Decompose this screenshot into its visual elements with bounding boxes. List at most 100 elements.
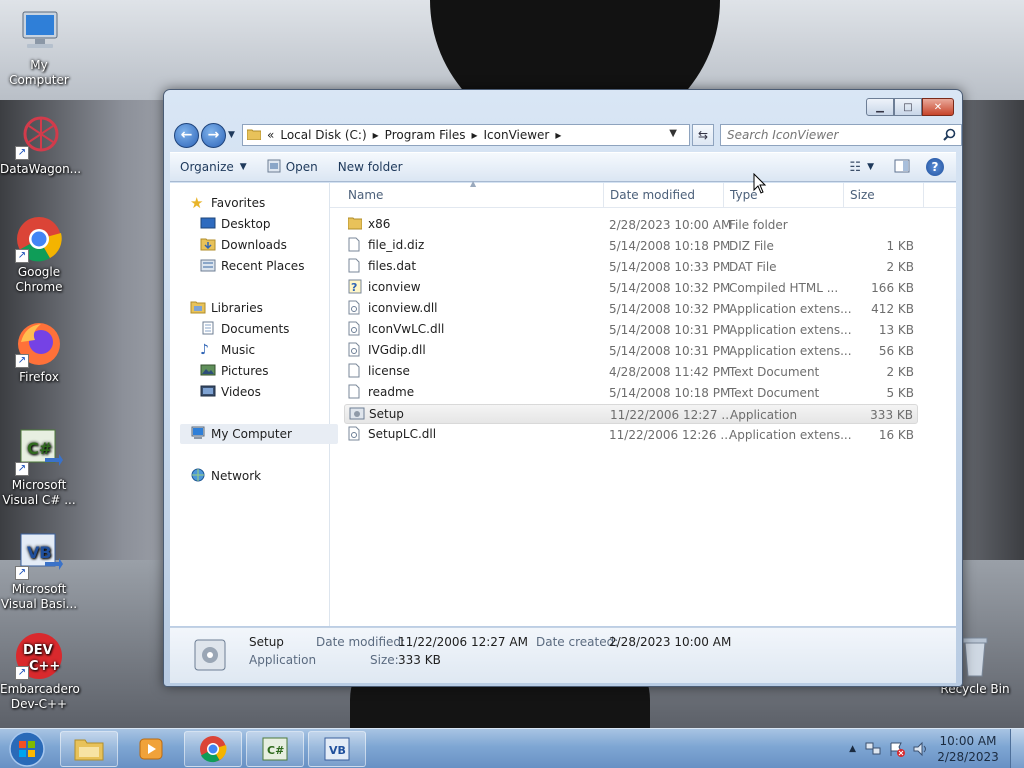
file-row[interactable]: IconVwLC.dll 5/14/2008 10:31 PM Applicat… <box>344 320 918 340</box>
column-separator[interactable] <box>843 183 844 208</box>
column-separator[interactable] <box>603 183 604 208</box>
nav-my-computer[interactable]: My Computer <box>180 424 338 444</box>
taskbar-media-player[interactable] <box>122 731 180 767</box>
volume-icon[interactable] <box>912 741 930 757</box>
file-type: DAT File <box>729 260 777 274</box>
column-separator[interactable] <box>923 183 924 208</box>
navigation-pane[interactable]: ★ Favorites Desktop Downloads Recent Pla… <box>170 183 338 626</box>
breadcrumb-local-disk[interactable]: Local Disk (C:) <box>280 128 366 142</box>
help-icon[interactable]: ? <box>926 158 944 176</box>
network-icon <box>190 468 206 484</box>
svg-text:?: ? <box>351 281 357 294</box>
taskbar-explorer[interactable] <box>60 731 118 767</box>
desktop-icon-visual-basic[interactable]: VB ↗ Microsoft Visual Basi... <box>0 532 78 612</box>
file-row[interactable]: files.dat 5/14/2008 10:33 PM DAT File 2 … <box>344 257 918 277</box>
taskbar-chrome[interactable] <box>184 731 242 767</box>
address-chevron[interactable]: « <box>267 128 274 142</box>
nav-documents-label: Documents <box>221 322 290 336</box>
file-list[interactable]: Name ▲ Date modified Type Size x86 2/28/… <box>330 179 956 626</box>
organize-button[interactable]: Organize ▼ <box>170 155 257 179</box>
taskbar-visual-basic[interactable]: VB <box>308 731 366 767</box>
show-hidden-icons-button[interactable]: ▲ <box>849 744 856 754</box>
file-row[interactable]: x86 2/28/2023 10:00 AM File folder <box>344 215 918 235</box>
column-date-modified[interactable]: Date modified <box>610 188 695 202</box>
view-options-icon[interactable]: ☷ <box>849 160 861 175</box>
nav-favorites[interactable]: ★ Favorites <box>190 193 348 213</box>
shortcut-arrow-icon: ↗ <box>15 566 29 580</box>
datawagon-icon: ↗ <box>15 112 63 160</box>
start-button[interactable] <box>4 730 50 768</box>
desktop-icon-visual-csharp[interactable]: C# ↗ Microsoft Visual C# ... <box>0 428 78 508</box>
search-icon[interactable] <box>943 128 956 141</box>
new-folder-button[interactable]: New folder <box>328 155 413 179</box>
file-row[interactable]: license 4/28/2008 11:42 PM Text Document… <box>344 362 918 382</box>
file-row[interactable]: file_id.diz 5/14/2008 10:18 PM DIZ File … <box>344 236 918 256</box>
help-file-icon: ? <box>348 279 362 295</box>
clock-time: 10:00 AM <box>939 734 997 748</box>
action-center-flag-icon[interactable] <box>888 741 906 757</box>
breadcrumb-iconviewer[interactable]: IconViewer <box>483 128 549 142</box>
close-button[interactable]: ✕ <box>922 98 954 116</box>
breadcrumb-program-files[interactable]: Program Files <box>385 128 466 142</box>
dll-icon <box>348 426 362 442</box>
file-row[interactable]: ? iconview 5/14/2008 10:32 PM Compiled HT… <box>344 278 918 298</box>
breadcrumb-separator-icon[interactable]: ▸ <box>555 128 561 142</box>
network-tray-icon[interactable] <box>864 741 882 757</box>
file-row[interactable]: readme 5/14/2008 10:18 PM Text Document … <box>344 383 918 403</box>
file-row-selected[interactable]: Setup 11/22/2006 12:27 ... Application 3… <box>344 404 918 424</box>
details-date-created: 2/28/2023 10:00 AM <box>609 635 732 649</box>
chrome-icon <box>200 736 227 763</box>
svg-text:VB: VB <box>27 543 52 562</box>
breadcrumb-separator-icon[interactable]: ▸ <box>373 128 379 142</box>
recent-pages-dropdown[interactable]: ▼ <box>228 130 235 140</box>
refresh-button[interactable]: ⇆ <box>692 124 714 146</box>
column-separator[interactable] <box>723 183 724 208</box>
column-name[interactable]: Name <box>348 188 383 202</box>
column-size[interactable]: Size <box>850 188 875 202</box>
maximize-button[interactable]: □ <box>894 98 922 116</box>
details-icon <box>192 634 232 679</box>
desktop-icon-firefox[interactable]: ↗ Firefox <box>0 320 78 385</box>
open-button[interactable]: Open <box>257 155 328 179</box>
preview-pane-icon[interactable] <box>894 159 910 176</box>
file-date: 5/14/2008 10:18 PM <box>609 386 731 400</box>
breadcrumb-separator-icon[interactable]: ▸ <box>471 128 477 142</box>
details-date-modified-label: Date modified: <box>316 635 406 649</box>
details-kind: Application <box>249 653 317 667</box>
desktop-icon-my-computer[interactable]: My Computer <box>0 8 78 88</box>
desktop-icon-chrome[interactable]: ↗ Google Chrome <box>0 215 78 295</box>
clock[interactable]: 10:00 AM 2/28/2023 <box>930 733 1006 765</box>
address-history-dropdown[interactable]: ▼ <box>669 128 677 139</box>
search-box[interactable] <box>720 124 962 146</box>
search-input[interactable] <box>721 125 931 145</box>
file-type: Application extens... <box>729 302 852 316</box>
address-bar[interactable]: « Local Disk (C:) ▸ Program Files ▸ Icon… <box>242 124 690 146</box>
explorer-window[interactable]: ▁ □ ✕ ← → ▼ « Local Disk (C:) ▸ Program … <box>163 89 963 687</box>
file-row[interactable]: iconview.dll 5/14/2008 10:32 PM Applicat… <box>344 299 918 319</box>
file-row[interactable]: IVGdip.dll 5/14/2008 10:31 PM Applicatio… <box>344 341 918 361</box>
svg-text:DEV: DEV <box>23 643 53 658</box>
shortcut-arrow-icon: ↗ <box>15 666 29 680</box>
devcpp-icon: DEV C++ ↗ <box>15 632 63 680</box>
view-options-dropdown[interactable]: ▼ <box>867 162 874 172</box>
desktop-icon-devcpp[interactable]: DEV C++ ↗ Embarcadero Dev-C++ <box>0 632 80 712</box>
taskbar-visual-csharp[interactable]: C# <box>246 731 304 767</box>
file-type: Application extens... <box>729 428 852 442</box>
desktop-icon-label: Microsoft Visual C# ... <box>2 478 76 507</box>
desktop-icon-datawagon[interactable]: ↗ DataWagon... <box>0 112 81 177</box>
file-size: 5 KB <box>886 386 914 400</box>
nav-libraries[interactable]: Libraries <box>190 298 348 318</box>
file-explorer-icon <box>74 739 104 761</box>
show-desktop-button[interactable] <box>1010 729 1024 768</box>
visual-csharp-icon: C# <box>262 737 288 761</box>
setup-app-icon <box>349 406 365 422</box>
back-button[interactable]: ← <box>174 123 199 148</box>
forward-button[interactable]: → <box>201 123 226 148</box>
details-size: 333 KB <box>398 653 441 667</box>
details-date-created-label: Date created: <box>536 635 619 649</box>
file-size: 16 KB <box>878 428 914 442</box>
minimize-button[interactable]: ▁ <box>866 98 894 116</box>
file-size: 56 KB <box>878 344 914 358</box>
nav-network[interactable]: Network <box>190 466 348 486</box>
file-row[interactable]: SetupLC.dll 11/22/2006 12:26 ... Applica… <box>344 425 918 445</box>
